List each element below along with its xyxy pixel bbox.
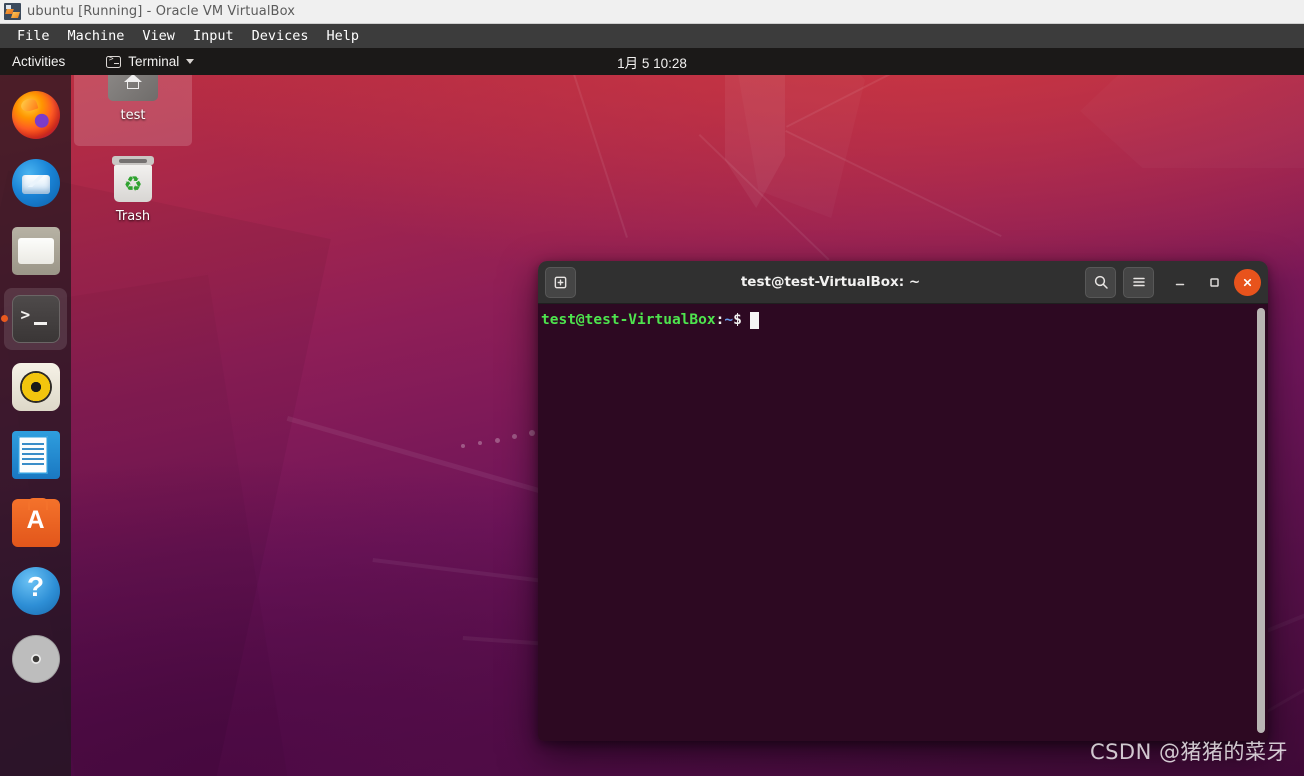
desktop-icon-label: test (120, 108, 146, 123)
dock-item-firefox[interactable] (0, 81, 71, 149)
prompt-dollar: $ (733, 312, 742, 328)
prompt-path: ~ (724, 312, 734, 328)
menu-file[interactable]: File (8, 24, 59, 48)
app-menu-label: Terminal (128, 54, 180, 69)
dock-item-disc[interactable] (0, 625, 71, 693)
menu-machine[interactable]: Machine (59, 24, 134, 48)
clock-label[interactable]: 1月 5 10:28 (617, 56, 687, 71)
app-menu-terminal[interactable]: Terminal (97, 48, 203, 75)
dock-item-files[interactable] (0, 217, 71, 285)
terminal-title: test@test-VirtualBox: ~ (740, 274, 921, 290)
desktop-icon-label: Trash (115, 209, 151, 224)
menu-input[interactable]: Input (184, 24, 243, 48)
minimize-button[interactable] (1166, 269, 1193, 296)
desktop-icon-trash[interactable]: ♻ Trash (74, 148, 192, 244)
menu-devices[interactable]: Devices (243, 24, 318, 48)
files-folder-icon (11, 227, 60, 275)
terminal-header-controls (1085, 266, 1261, 298)
new-tab-button[interactable] (545, 266, 576, 298)
terminal-scrollbar[interactable] (1257, 308, 1265, 733)
terminal-prompt-line: test@test-VirtualBox: ~ $ (538, 311, 1268, 330)
activities-button[interactable]: Activities (2, 48, 75, 75)
virtualbox-logo-icon (4, 3, 21, 20)
new-tab-icon (554, 276, 567, 288)
prompt-colon: : (715, 312, 725, 328)
prompt-user-host: test@test-VirtualBox (541, 312, 716, 328)
thunderbird-icon (11, 159, 60, 207)
chevron-down-icon (186, 59, 195, 64)
menu-button[interactable] (1123, 266, 1154, 298)
firefox-icon (11, 91, 60, 139)
menu-help[interactable]: Help (317, 24, 368, 48)
dock-item-rhythmbox[interactable] (0, 353, 71, 421)
ubuntu-dock (0, 75, 71, 776)
virtualbox-window-title: ubuntu [Running] - Oracle VM VirtualBox (27, 4, 296, 19)
trash-bin-icon: ♻ (112, 156, 154, 202)
maximize-icon (1209, 278, 1219, 287)
terminal-body[interactable]: test@test-VirtualBox: ~ $ (538, 304, 1268, 741)
terminal-cursor (749, 312, 759, 329)
dock-item-software[interactable] (0, 489, 71, 557)
libreoffice-writer-icon (11, 431, 60, 479)
dock-item-terminal[interactable] (0, 285, 71, 353)
optical-disc-icon (11, 635, 60, 683)
rhythmbox-icon (11, 363, 60, 411)
dock-item-writer[interactable] (0, 421, 71, 489)
close-icon (1243, 278, 1252, 286)
virtualbox-menubar: File Machine View Input Devices Help (0, 24, 1304, 48)
virtualbox-titlebar: ubuntu [Running] - Oracle VM VirtualBox (0, 0, 1304, 24)
help-question-icon (11, 567, 60, 615)
search-button[interactable] (1085, 266, 1116, 298)
terminal-icon (11, 295, 60, 343)
guest-screen: Activities Terminal 1月 5 10:28 (0, 48, 1304, 776)
terminal-icon (106, 54, 122, 68)
terminal-window: test@test-VirtualBox: ~ test@test-Virtua… (538, 261, 1268, 741)
dock-item-thunderbird[interactable] (0, 149, 71, 217)
ubuntu-software-icon (11, 498, 60, 547)
menu-view[interactable]: View (133, 24, 184, 48)
dock-item-help[interactable] (0, 557, 71, 625)
search-icon (1094, 275, 1108, 289)
hamburger-menu-icon (1132, 277, 1145, 287)
gnome-top-bar: Activities Terminal 1月 5 10:28 (0, 48, 1304, 75)
minimize-icon (1175, 283, 1184, 286)
terminal-headerbar[interactable]: test@test-VirtualBox: ~ (538, 261, 1268, 304)
maximize-button[interactable] (1200, 269, 1227, 296)
close-button[interactable] (1234, 268, 1261, 296)
